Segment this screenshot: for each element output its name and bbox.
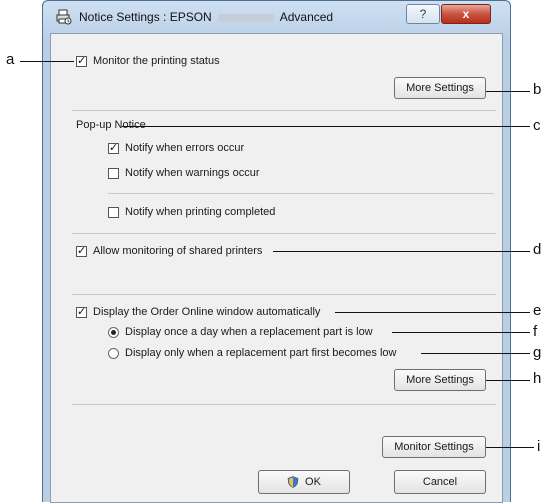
printer-icon (56, 9, 72, 25)
notify-warnings-checkbox[interactable] (108, 168, 119, 179)
shield-icon (287, 476, 299, 488)
monitor-settings-button[interactable]: Monitor Settings (382, 436, 486, 458)
display-once-radio[interactable] (108, 327, 119, 338)
display-once-label: Display once a day when a replacement pa… (125, 326, 373, 338)
title-suffix: Advanced (279, 10, 334, 24)
title-prefix: Notice Settings : EPSON (79, 10, 212, 24)
callout-a-line (20, 61, 74, 62)
callout-c-line (122, 126, 530, 127)
shared-printers-checkbox[interactable] (76, 244, 87, 257)
order-more-settings-button[interactable]: More Settings (394, 369, 486, 391)
callout-c: c (533, 117, 541, 134)
notify-errors-label: Notify when errors occur (125, 142, 245, 154)
notify-errors-checkbox[interactable] (108, 141, 119, 154)
callout-e-line (335, 312, 530, 313)
display-first-radio[interactable] (108, 348, 119, 359)
callout-f: f (533, 323, 538, 340)
notify-warnings-label: Notify when warnings occur (125, 167, 260, 179)
callout-d: d (533, 241, 542, 258)
callout-b: b (533, 81, 542, 98)
callout-i: i (537, 438, 541, 455)
popup-notice-heading: Pop-up Notice (76, 119, 146, 131)
monitor-status-checkbox[interactable] (76, 54, 87, 67)
cancel-button[interactable]: Cancel (394, 470, 486, 494)
callout-h: h (533, 370, 542, 387)
callout-g-line (421, 353, 530, 354)
display-first-label: Display only when a replacement part fir… (125, 347, 397, 359)
title-bar: Notice Settings : EPSON Advanced ? x (43, 1, 510, 33)
redacted-model (217, 13, 274, 22)
ok-button[interactable]: OK (258, 470, 350, 494)
order-online-label: Display the Order Online window automati… (93, 306, 321, 318)
separator (108, 193, 494, 194)
callout-i-line (486, 447, 534, 448)
notify-completed-label: Notify when printing completed (125, 206, 276, 218)
separator (72, 404, 496, 405)
separator (72, 233, 496, 234)
close-button[interactable]: x (441, 4, 491, 24)
callout-d-line (273, 251, 530, 252)
monitor-more-settings-button[interactable]: More Settings (394, 77, 486, 99)
ok-label: OK (305, 476, 321, 488)
help-button[interactable]: ? (406, 4, 440, 24)
callout-g: g (533, 344, 542, 361)
callout-a: a (6, 51, 15, 68)
order-online-checkbox[interactable] (76, 305, 87, 318)
separator (72, 110, 496, 111)
dialog-body (50, 33, 503, 503)
callout-e: e (533, 302, 542, 319)
separator (72, 294, 496, 295)
monitor-status-label: Monitor the printing status (93, 55, 220, 67)
callout-b-line (486, 91, 530, 92)
callout-f-line (392, 332, 530, 333)
shared-printers-label: Allow monitoring of shared printers (93, 245, 263, 257)
notify-completed-checkbox[interactable] (108, 207, 119, 218)
callout-h-line (486, 380, 530, 381)
window-title: Notice Settings : EPSON Advanced (79, 10, 333, 24)
